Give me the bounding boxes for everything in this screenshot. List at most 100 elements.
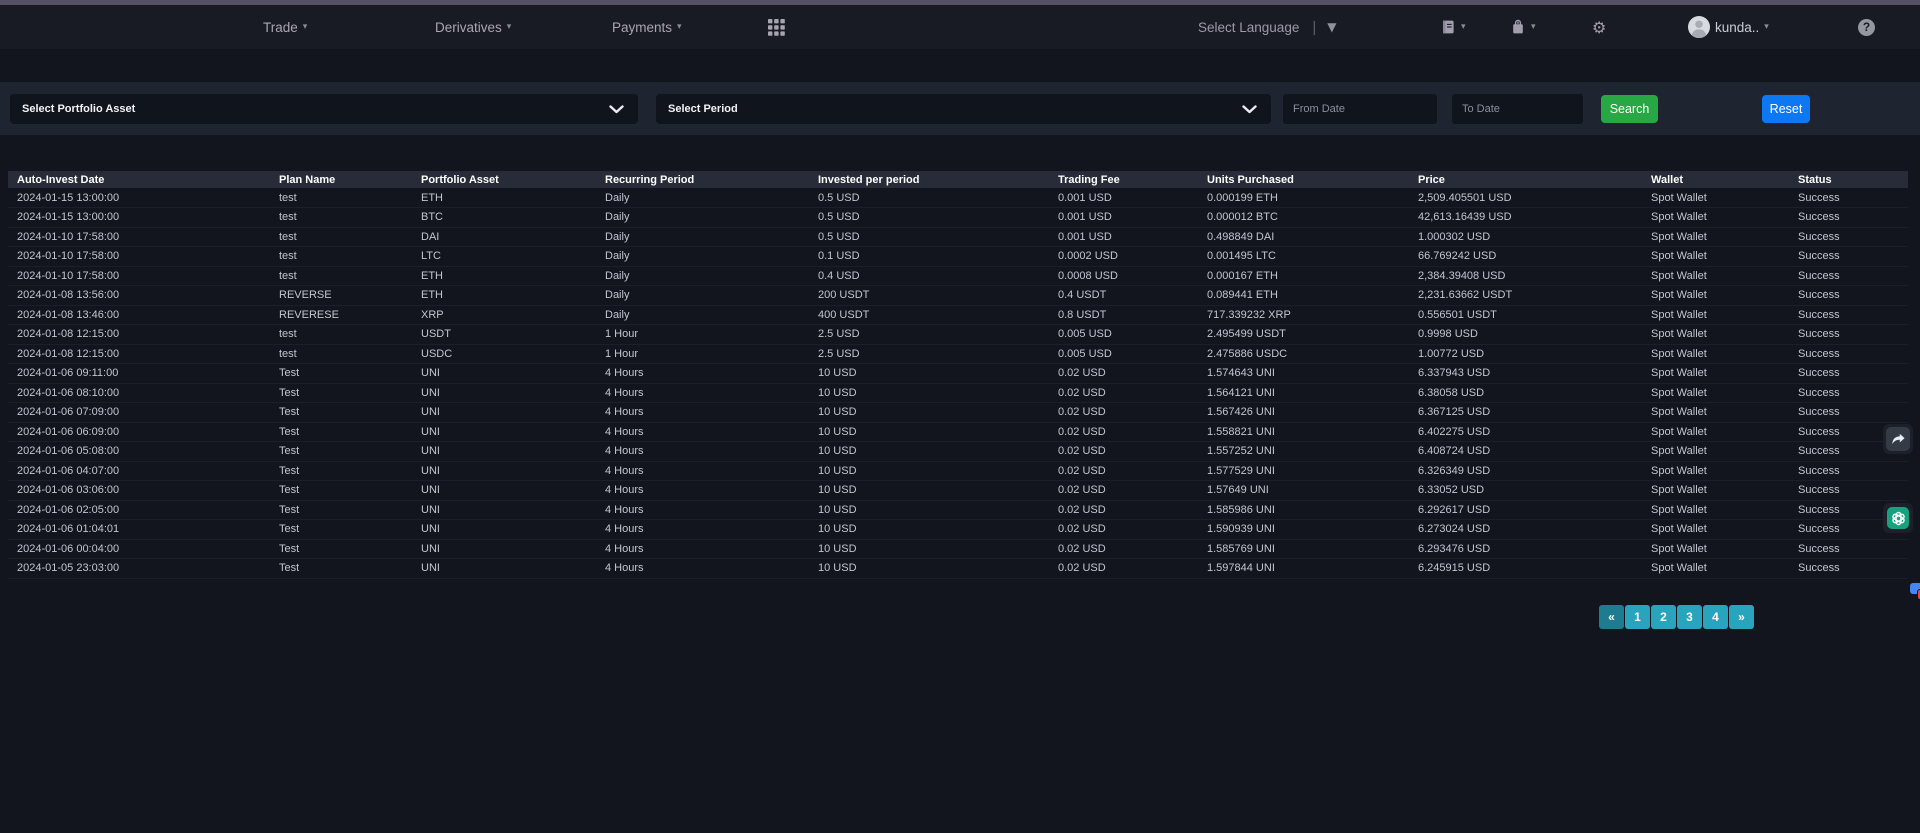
table-cell: Test — [270, 461, 412, 481]
table-cell: Success — [1789, 247, 1908, 267]
pagination-page-3[interactable]: 3 — [1677, 605, 1702, 629]
table-cell: Success — [1789, 227, 1908, 247]
reset-button[interactable]: Reset — [1762, 95, 1810, 123]
table-cell: Success — [1789, 188, 1908, 208]
table-cell: UNI — [412, 403, 596, 423]
table-cell: 400 USDT — [809, 305, 1049, 325]
table-cell: 0.5 USD — [809, 188, 1049, 208]
column-header: Recurring Period — [596, 171, 809, 188]
table-cell: Success — [1789, 305, 1908, 325]
table-header-row: Auto-Invest DatePlan NamePortfolio Asset… — [8, 171, 1908, 188]
table-cell: 717.339232 XRP — [1198, 305, 1409, 325]
table-cell: 0.8 USDT — [1049, 305, 1198, 325]
table-row: 2024-01-08 13:46:00REVERESEXRPDaily400 U… — [8, 305, 1908, 325]
column-header: Portfolio Asset — [412, 171, 596, 188]
table-cell: Spot Wallet — [1642, 344, 1789, 364]
table-cell: 2024-01-15 13:00:00 — [8, 208, 270, 228]
table-cell: test — [270, 266, 412, 286]
table-cell: Spot Wallet — [1642, 208, 1789, 228]
chatgpt-extension-button[interactable] — [1883, 503, 1913, 533]
table-cell: test — [270, 325, 412, 345]
settings-button[interactable]: ⚙ — [1592, 5, 1606, 49]
table-row: 2024-01-06 05:08:00TestUNI4 Hours10 USD0… — [8, 442, 1908, 462]
table-cell: Daily — [596, 208, 809, 228]
table-cell: 0.4 USD — [809, 266, 1049, 286]
table-cell: 0.001 USD — [1049, 227, 1198, 247]
language-selector[interactable]: Select Language | ▼ — [1198, 5, 1336, 49]
table-cell: 0.02 USD — [1049, 422, 1198, 442]
share-extension-button[interactable] — [1883, 424, 1913, 454]
nav-trade[interactable]: Trade ▾ — [263, 5, 307, 49]
table-cell: 2.5 USD — [809, 344, 1049, 364]
table-cell: 0.02 USD — [1049, 442, 1198, 462]
table-cell: 2024-01-08 12:15:00 — [8, 344, 270, 364]
nav-derivatives[interactable]: Derivatives ▾ — [435, 5, 511, 49]
table-cell: USDT — [412, 325, 596, 345]
user-name: kunda.. — [1715, 20, 1759, 35]
column-header: Auto-Invest Date — [8, 171, 270, 188]
table-cell: 1.57649 UNI — [1198, 481, 1409, 501]
apps-grid-icon — [768, 19, 785, 36]
table-cell: 4 Hours — [596, 500, 809, 520]
assets-menu[interactable]: ▾ — [1510, 5, 1536, 49]
table-cell: Spot Wallet — [1642, 286, 1789, 306]
table-cell: Spot Wallet — [1642, 520, 1789, 540]
table-cell: ETH — [412, 188, 596, 208]
help-button[interactable]: ? — [1858, 5, 1875, 49]
table-cell: Spot Wallet — [1642, 188, 1789, 208]
table-cell: 66.769242 USD — [1409, 247, 1642, 267]
table-cell: 2,509.405501 USD — [1409, 188, 1642, 208]
pagination-page-4[interactable]: 4 — [1703, 605, 1728, 629]
table-cell: UNI — [412, 559, 596, 579]
table-cell: 6.38058 USD — [1409, 383, 1642, 403]
table-cell: Spot Wallet — [1642, 422, 1789, 442]
nav-payments[interactable]: Payments ▾ — [612, 5, 682, 49]
pagination-page-2[interactable]: 2 — [1651, 605, 1676, 629]
table-cell: 6.245915 USD — [1409, 559, 1642, 579]
table-cell: 0.02 USD — [1049, 520, 1198, 540]
table-cell: 2024-01-10 17:58:00 — [8, 247, 270, 267]
pagination-prev-button[interactable]: « — [1599, 605, 1624, 629]
table-cell: Test — [270, 500, 412, 520]
portfolio-asset-select[interactable]: Select Portfolio Asset — [10, 94, 638, 124]
table-cell: 0.556501 USDT — [1409, 305, 1642, 325]
table-cell: UNI — [412, 520, 596, 540]
table-cell: 1.597844 UNI — [1198, 559, 1409, 579]
table-cell: 6.408724 USD — [1409, 442, 1642, 462]
table-cell: Spot Wallet — [1642, 461, 1789, 481]
to-date-input[interactable] — [1452, 94, 1583, 124]
share-icon — [1886, 427, 1910, 451]
table-cell: 1.574643 UNI — [1198, 364, 1409, 384]
table-cell: Success — [1789, 403, 1908, 423]
user-menu[interactable]: kunda.. ▾ — [1688, 5, 1769, 49]
orders-book-icon — [1440, 19, 1456, 35]
table-cell: test — [270, 344, 412, 364]
table-cell: 2024-01-06 09:11:00 — [8, 364, 270, 384]
table-cell: XRP — [412, 305, 596, 325]
table-cell: 0.000167 ETH — [1198, 266, 1409, 286]
column-header: Trading Fee — [1049, 171, 1198, 188]
period-select[interactable]: Select Period — [656, 94, 1271, 124]
table-cell: 0.000012 BTC — [1198, 208, 1409, 228]
orders-menu[interactable]: ▾ — [1440, 5, 1466, 49]
table-cell: Success — [1789, 559, 1908, 579]
pagination-next-button[interactable]: » — [1729, 605, 1754, 629]
apps-grid-button[interactable] — [768, 5, 785, 49]
table-cell: 2.475886 USDC — [1198, 344, 1409, 364]
from-date-input[interactable] — [1283, 94, 1437, 124]
table-cell: 10 USD — [809, 481, 1049, 501]
table-cell: 10 USD — [809, 500, 1049, 520]
pagination-page-1[interactable]: 1 — [1625, 605, 1650, 629]
table-cell: 0.000199 ETH — [1198, 188, 1409, 208]
table-cell: 6.402275 USD — [1409, 422, 1642, 442]
table-cell: Spot Wallet — [1642, 227, 1789, 247]
table-cell: Daily — [596, 305, 809, 325]
table-cell: LTC — [412, 247, 596, 267]
table-cell: Success — [1789, 208, 1908, 228]
table-cell: Spot Wallet — [1642, 383, 1789, 403]
column-header: Units Purchased — [1198, 171, 1409, 188]
search-button[interactable]: Search — [1601, 95, 1658, 123]
table-cell: 4 Hours — [596, 364, 809, 384]
table-row: 2024-01-06 04:07:00TestUNI4 Hours10 USD0… — [8, 461, 1908, 481]
column-header: Wallet — [1642, 171, 1789, 188]
